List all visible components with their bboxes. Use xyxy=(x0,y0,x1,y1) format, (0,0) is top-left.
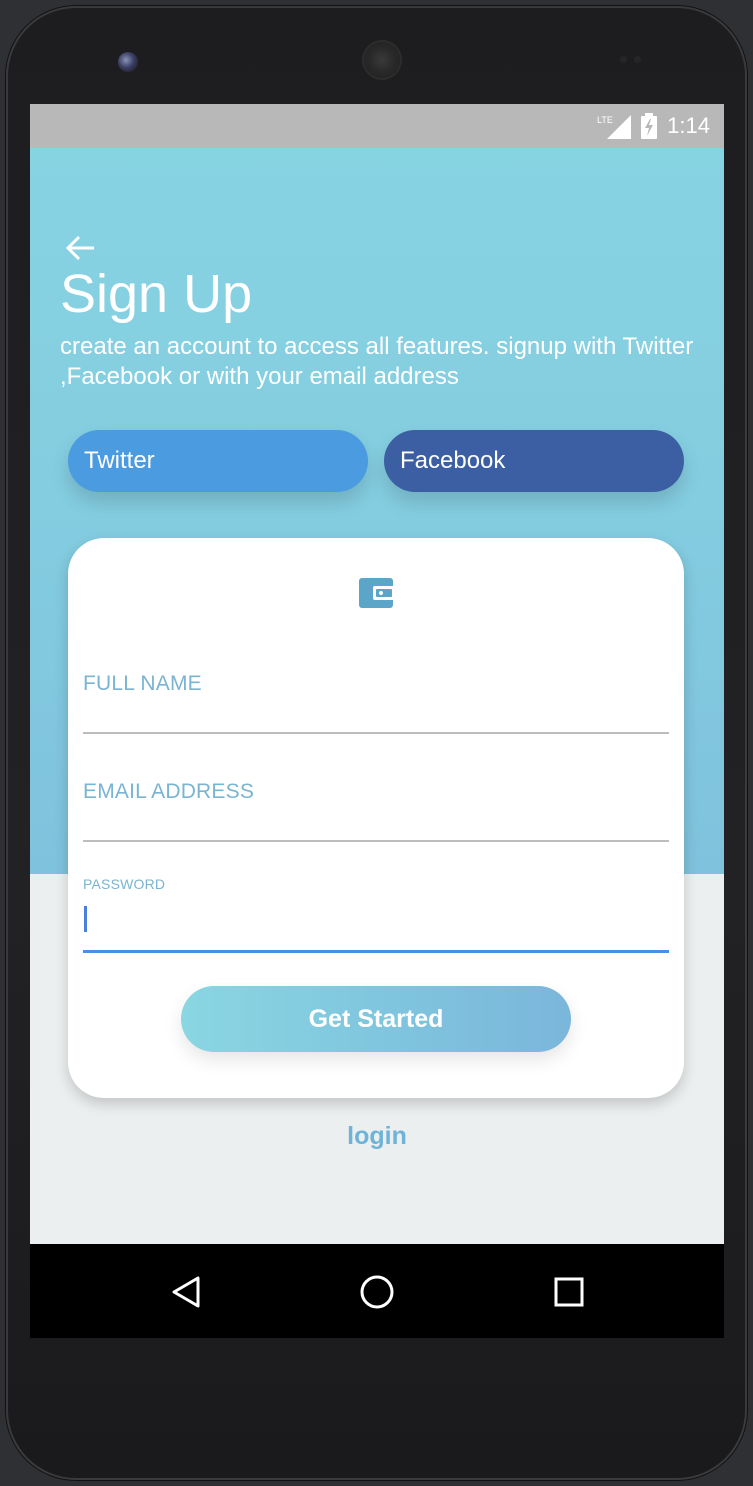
email-underline xyxy=(83,840,669,842)
signup-form-card: FULL NAME EMAIL ADDRESS PASSWORD Get Sta… xyxy=(68,538,684,1098)
triangle-back-icon[interactable] xyxy=(164,1268,212,1316)
email-label: EMAIL ADDRESS xyxy=(83,780,255,803)
wallet-icon xyxy=(359,578,395,608)
navigation-bar xyxy=(30,1244,724,1338)
circle-home-icon[interactable] xyxy=(353,1268,401,1316)
twitter-button[interactable]: Twitter xyxy=(68,430,368,492)
lte-signal-icon: LTE xyxy=(597,115,632,139)
email-input[interactable] xyxy=(83,804,669,840)
full-name-field: FULL NAME xyxy=(83,672,669,734)
clock-time: 1:14 xyxy=(667,113,710,138)
svg-text:LTE: LTE xyxy=(597,115,613,125)
square-recents-icon[interactable] xyxy=(545,1268,593,1316)
app-screen: LTE 1:14 Sign Up create an account to ac… xyxy=(30,104,724,1338)
get-started-button[interactable]: Get Started xyxy=(181,986,571,1052)
full-name-input[interactable] xyxy=(83,696,669,732)
page-title: Sign Up xyxy=(60,264,253,324)
password-input[interactable] xyxy=(83,892,669,950)
earpiece-speaker xyxy=(362,40,402,80)
facebook-button[interactable]: Facebook xyxy=(384,430,684,492)
text-cursor xyxy=(84,906,87,932)
password-underline xyxy=(83,950,669,953)
battery-charging-icon xyxy=(641,113,658,139)
password-field: PASSWORD xyxy=(83,876,669,953)
proximity-sensor xyxy=(620,56,650,64)
password-label: PASSWORD xyxy=(83,876,166,892)
login-link[interactable]: login xyxy=(30,1122,724,1151)
front-camera xyxy=(118,52,138,72)
full-name-underline xyxy=(83,732,669,734)
status-bar: LTE 1:14 xyxy=(30,104,724,148)
full-name-label: FULL NAME xyxy=(83,672,202,695)
email-field: EMAIL ADDRESS xyxy=(83,780,669,842)
page-subtitle: create an account to access all features… xyxy=(60,333,694,390)
